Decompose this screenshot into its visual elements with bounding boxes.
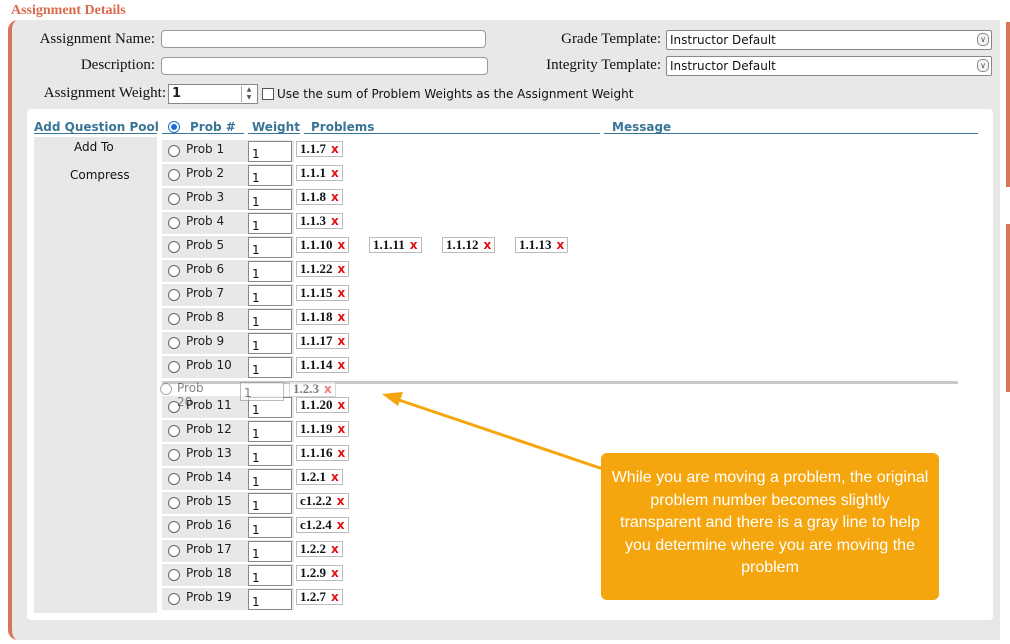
callout-arrow-line [395,397,607,472]
callout-text: While you are moving a problem, the orig… [611,469,929,576]
callout-arrow-head [382,392,403,406]
callout-box: While you are moving a problem, the orig… [601,453,939,600]
